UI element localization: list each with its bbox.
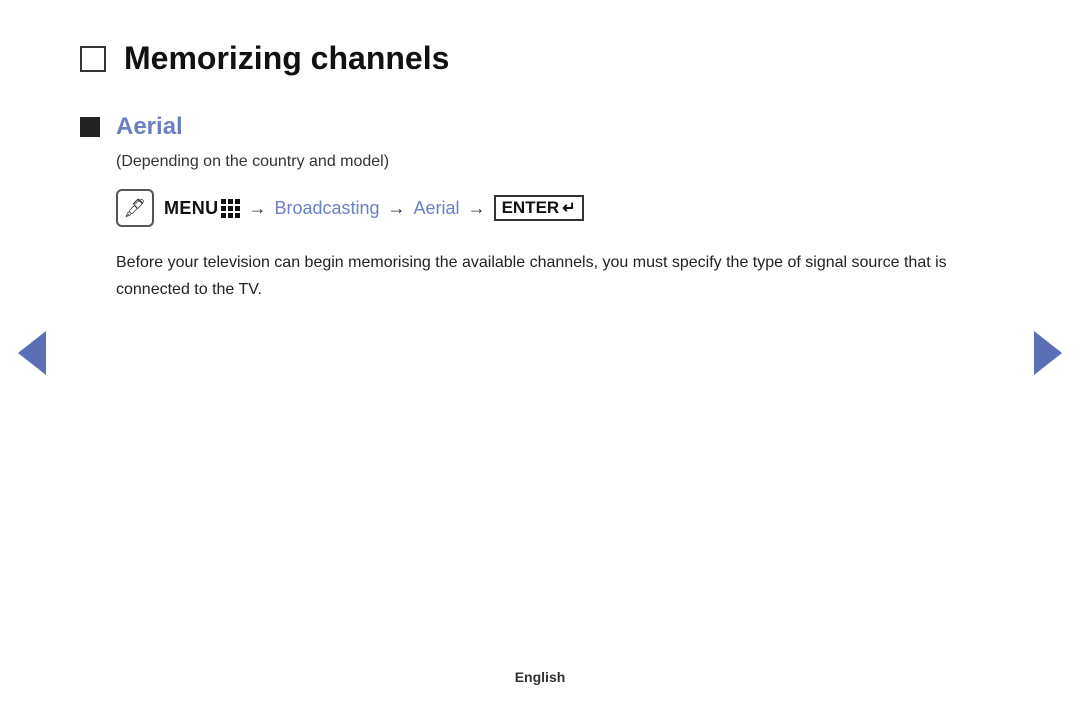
black-square-icon — [80, 117, 100, 137]
arrow-1: → — [248, 198, 266, 219]
section-block: Aerial (Depending on the country and mod… — [80, 113, 1000, 303]
subtitle-text: (Depending on the country and model) — [116, 153, 1000, 171]
grid-col-2 — [228, 199, 233, 218]
aerial-link: Aerial — [414, 198, 460, 219]
enter-arrow-icon: ↵ — [562, 198, 575, 218]
page-title: Memorizing channels — [124, 40, 449, 77]
nav-left-arrow[interactable] — [18, 331, 46, 375]
arrow-2: → — [388, 198, 406, 219]
menu-label: MENU — [164, 198, 240, 219]
checkbox-icon — [80, 46, 106, 72]
enter-text: ENTER — [502, 198, 560, 218]
menu-icon-box: 🖋 — [116, 189, 154, 227]
main-title-row: Memorizing channels — [80, 40, 1000, 77]
arrow-3: → — [468, 198, 486, 219]
menu-hand-icon: 🖋 — [124, 198, 147, 219]
section-title-row: Aerial — [80, 113, 1000, 141]
page-container: Memorizing channels Aerial (Depending on… — [0, 0, 1080, 705]
menu-path-row: 🖋 MENU → Broadcasting → — [116, 189, 1000, 227]
nav-right-arrow[interactable] — [1034, 331, 1062, 375]
section-title: Aerial — [116, 113, 183, 141]
enter-button-label: ENTER↵ — [494, 195, 584, 221]
grid-col-3 — [235, 199, 240, 218]
description-text: Before your television can begin memoris… — [116, 249, 1000, 303]
footer-language: English — [515, 669, 566, 685]
grid-col-1 — [221, 199, 226, 218]
broadcasting-link: Broadcasting — [274, 198, 379, 219]
